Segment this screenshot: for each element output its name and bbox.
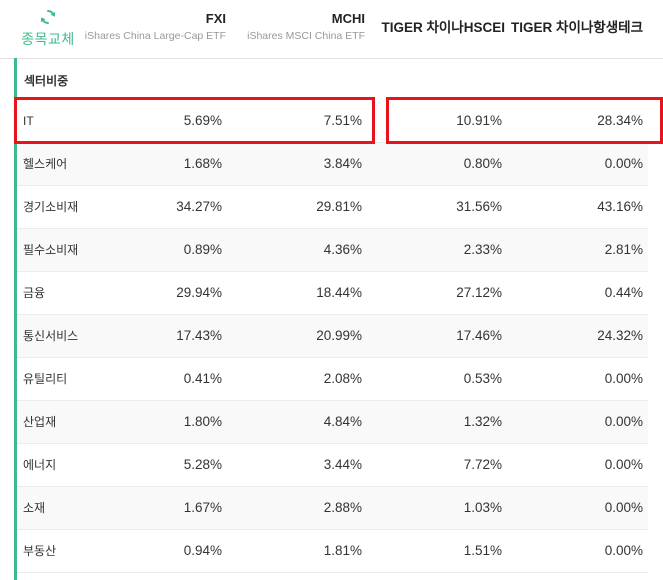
sector-weight-value: 0.44% xyxy=(604,285,643,300)
sector-weight-value: 29.94% xyxy=(176,285,222,300)
sector-weight-value: 2.88% xyxy=(323,500,362,515)
sector-weight-value: 20.99% xyxy=(316,328,362,343)
table-row: IT 5.69% 7.51% 10.91% 28.34% xyxy=(17,100,648,143)
sector-weight-value: 1.51% xyxy=(463,543,502,558)
sector-weight-value: 0.80% xyxy=(463,156,502,171)
sector-weight-value: 4.36% xyxy=(323,242,362,257)
sector-weight-value: 5.69% xyxy=(183,113,222,128)
sector-weight-value: 7.72% xyxy=(463,457,502,472)
sector-weight-value: 43.16% xyxy=(597,199,643,214)
sector-label: 통신서비스 xyxy=(23,329,79,343)
table-row: 금융 29.94% 18.44% 27.12% 0.44% xyxy=(17,272,648,315)
table-row: 헬스케어 1.68% 3.84% 0.80% 0.00% xyxy=(17,143,648,186)
sector-weight-value: 1.80% xyxy=(183,414,222,429)
column-header-mchi: MCHI iShares MSCI China ETF xyxy=(247,11,365,43)
sector-label: 부동산 xyxy=(23,544,57,558)
column-ticker: TIGER 차이나HSCEI xyxy=(381,20,505,35)
sector-label: 산업재 xyxy=(23,415,57,429)
table-row: 소재 1.67% 2.88% 1.03% 0.00% xyxy=(17,487,648,530)
column-header-fxi: FXI iShares China Large-Cap ETF xyxy=(85,11,226,43)
sector-weight-value: 10.91% xyxy=(456,113,502,128)
swap-stocks-label: 종목교체 xyxy=(21,31,75,47)
sector-weight-value: 31.56% xyxy=(456,199,502,214)
column-header-tiger-hscei: TIGER 차이나HSCEI xyxy=(381,20,505,36)
sector-weight-value: 34.27% xyxy=(176,199,222,214)
sector-weight-value: 7.51% xyxy=(323,113,362,128)
comparison-header: 종목교체 FXI iShares China Large-Cap ETF MCH… xyxy=(0,0,663,59)
sector-label: 에너지 xyxy=(23,458,57,472)
sector-weight-value: 0.00% xyxy=(604,500,643,515)
sector-weight-value: 1.67% xyxy=(183,500,222,515)
sector-weight-value: 1.32% xyxy=(463,414,502,429)
column-fund-name: iShares MSCI China ETF xyxy=(247,30,365,42)
table-row: 유틸리티 0.41% 2.08% 0.53% 0.00% xyxy=(17,358,648,401)
sector-weight-value: 0.00% xyxy=(604,457,643,472)
column-header-tiger-hangseng-tech: TIGER 차이나항생테크 xyxy=(511,20,643,36)
sector-weight-value: 17.46% xyxy=(456,328,502,343)
table-row: 부동산 0.94% 1.81% 1.51% 0.00% xyxy=(17,530,648,573)
sector-weight-value: 2.81% xyxy=(604,242,643,257)
swap-arrows-icon xyxy=(40,10,56,24)
sector-weight-value: 27.12% xyxy=(456,285,502,300)
sector-weight-value: 0.00% xyxy=(604,156,643,171)
sector-weight-value: 0.41% xyxy=(183,371,222,386)
sector-weight-value: 3.84% xyxy=(323,156,362,171)
table-row: 통신서비스 17.43% 20.99% 17.46% 24.32% xyxy=(17,315,648,358)
sector-weight-value: 18.44% xyxy=(316,285,362,300)
sector-weight-value: 1.03% xyxy=(463,500,502,515)
table-row: 경기소비재 34.27% 29.81% 31.56% 43.16% xyxy=(17,186,648,229)
column-ticker: TIGER 차이나항생테크 xyxy=(511,20,643,35)
column-ticker: MCHI xyxy=(331,11,365,26)
sector-weight-value: 4.84% xyxy=(323,414,362,429)
sector-weight-value: 0.00% xyxy=(604,414,643,429)
sector-weight-value: 29.81% xyxy=(316,199,362,214)
sector-weight-value: 1.68% xyxy=(183,156,222,171)
sector-weight-value: 24.32% xyxy=(597,328,643,343)
section-header-sector-weight: 섹터비중 xyxy=(17,58,648,100)
sector-weight-value: 3.44% xyxy=(323,457,362,472)
table-row: 산업재 1.80% 4.84% 1.32% 0.00% xyxy=(17,401,648,444)
sector-weight-value: 2.33% xyxy=(463,242,502,257)
sector-label: 헬스케어 xyxy=(23,157,68,171)
sector-weight-value: 0.00% xyxy=(604,371,643,386)
sector-label: 경기소비재 xyxy=(23,200,79,214)
sector-label: 유틸리티 xyxy=(23,372,68,386)
sector-weight-table: IT 5.69% 7.51% 10.91% 28.34% 헬스케어 1.68% 3.84% 0.… xyxy=(17,100,648,573)
sector-label: 소재 xyxy=(23,501,46,515)
sector-label: 필수소비재 xyxy=(23,243,79,257)
sector-weight-value: 1.81% xyxy=(323,543,362,558)
sector-weight-value: 5.28% xyxy=(183,457,222,472)
sector-weight-value: 28.34% xyxy=(597,113,643,128)
sector-label: 금융 xyxy=(23,286,46,300)
table-row: 에너지 5.28% 3.44% 7.72% 0.00% xyxy=(17,444,648,487)
swap-stocks-button[interactable]: 종목교체 xyxy=(12,8,84,49)
sector-weight-value: 0.00% xyxy=(604,543,643,558)
sector-weight-value: 0.94% xyxy=(183,543,222,558)
sector-label: IT xyxy=(23,114,34,128)
column-fund-name: iShares China Large-Cap ETF xyxy=(84,30,226,42)
sector-weight-value: 0.89% xyxy=(183,242,222,257)
table-row: 필수소비재 0.89% 4.36% 2.33% 2.81% xyxy=(17,229,648,272)
column-ticker: FXI xyxy=(205,11,226,26)
sector-weight-value: 2.08% xyxy=(323,371,362,386)
sector-weight-value: 17.43% xyxy=(176,328,222,343)
sector-weight-value: 0.53% xyxy=(463,371,502,386)
section-title: 섹터비중 xyxy=(24,74,69,88)
